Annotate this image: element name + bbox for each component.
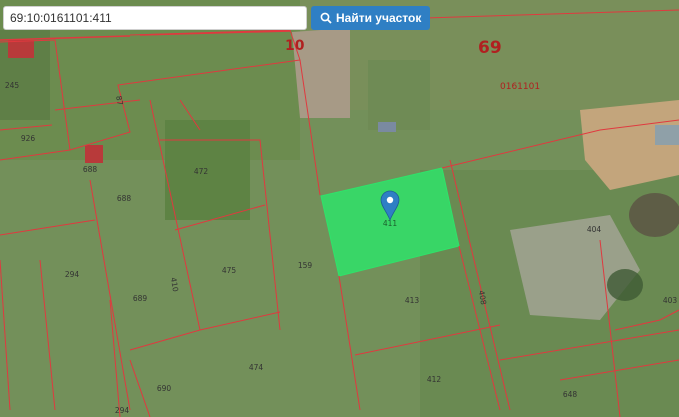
plot-label: 245 xyxy=(5,81,20,90)
find-plot-button[interactable]: Найти участок xyxy=(311,6,431,30)
plot-label: 926 xyxy=(21,134,36,143)
roof-2 xyxy=(85,145,103,163)
plot-label: 413 xyxy=(405,296,420,305)
plot-label: 294 xyxy=(115,406,130,415)
cadastral-number-input[interactable] xyxy=(3,6,307,30)
search-bar: Найти участок xyxy=(3,6,431,30)
roof-1 xyxy=(8,40,34,58)
plot-label: 412 xyxy=(427,375,442,384)
plot-label: 475 xyxy=(222,266,237,275)
plot-label: 159 xyxy=(298,261,313,270)
search-icon xyxy=(320,12,332,24)
cadastral-map[interactable]: 69 10 0161101 245 926 688 688 472 294 68… xyxy=(0,0,679,417)
plot-label: 294 xyxy=(65,270,80,279)
plot-label: 87 xyxy=(114,95,125,106)
quarter-label: 0161101 xyxy=(500,82,540,92)
roof-3 xyxy=(655,125,679,145)
plot-label: 688 xyxy=(83,165,98,174)
plot-label: 403 xyxy=(663,296,678,305)
plot-label: 690 xyxy=(157,384,172,393)
plot-label: 472 xyxy=(194,167,209,176)
plot-label: 404 xyxy=(587,225,602,234)
district-sub-label: 10 xyxy=(285,38,305,54)
plot-label: 688 xyxy=(117,194,132,203)
plot-label: 648 xyxy=(563,390,578,399)
plot-label: 689 xyxy=(133,294,148,303)
district-label: 69 xyxy=(478,38,502,58)
plot-label: 474 xyxy=(249,363,264,372)
find-plot-button-label: Найти участок xyxy=(336,11,422,25)
